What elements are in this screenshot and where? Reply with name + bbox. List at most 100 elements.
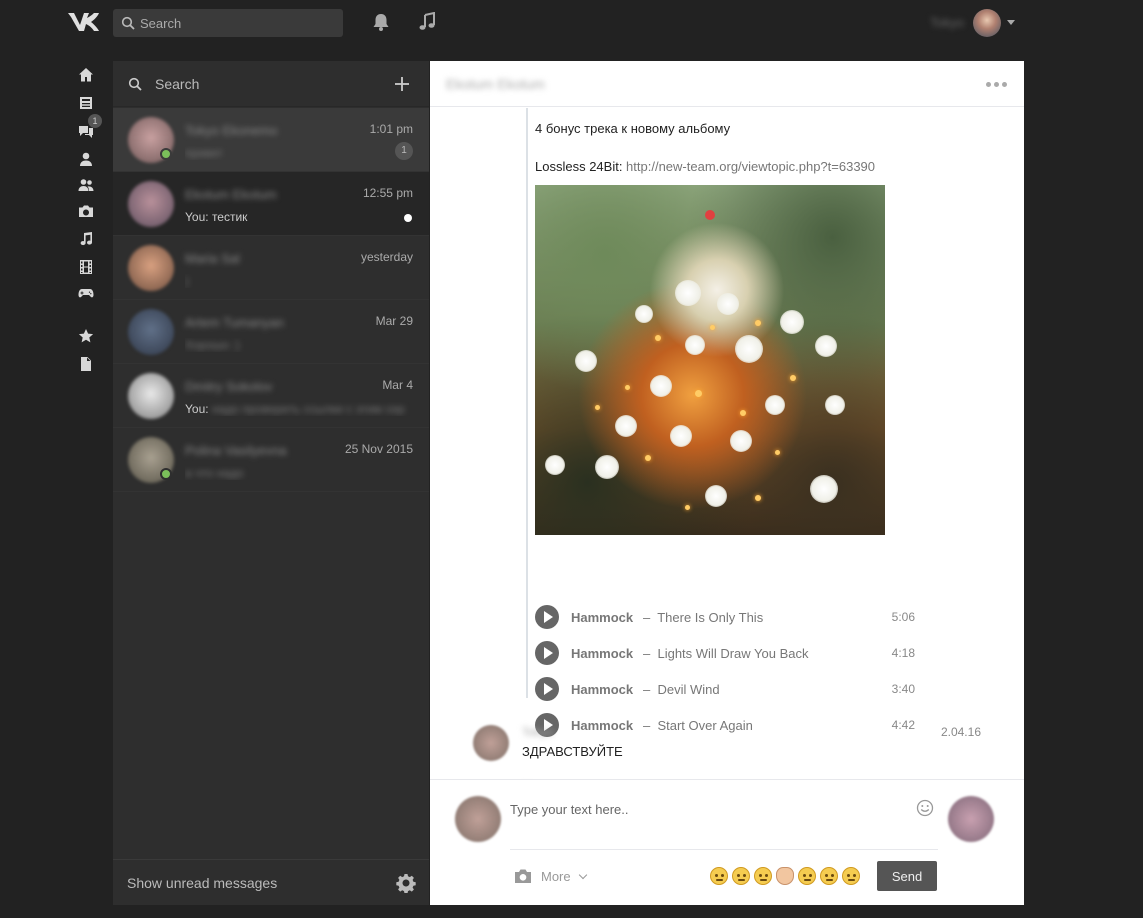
track-artist[interactable]: Hammock [571,646,633,661]
play-icon[interactable] [535,641,559,665]
message-text: 4 бонус трека к новому альбому [535,121,731,136]
message-input[interactable] [510,798,910,820]
smile-icon[interactable] [916,799,934,817]
audio-track[interactable]: Hammock – There Is Only This 5:06 [535,598,915,634]
nav-documents[interactable] [72,353,100,375]
search-icon [128,77,142,91]
audio-track[interactable]: Hammock – Lights Will Draw You Back 4:18 [535,634,915,670]
emoji-weary-icon[interactable] [820,867,838,885]
nav-photos[interactable] [72,200,100,222]
vk-logo-icon[interactable] [66,11,100,33]
track-duration: 4:18 [891,646,915,660]
dialog-item[interactable]: Artem Tumanyan Mar 29 Хорошо :) [113,300,429,364]
message-date: 2.04.16 [940,725,981,739]
chat-title[interactable]: Ekotum Ekotum [446,76,545,92]
audio-track[interactable]: Hammock – Devil Wind 3:40 [535,670,915,706]
user-avatar[interactable] [973,9,1001,37]
dialog-preview: привет [185,146,223,160]
music-note-icon[interactable] [418,12,436,32]
dialog-item[interactable]: Maria Sal yesterday ) [113,236,429,300]
unread-dot [404,214,412,222]
user-name[interactable]: Tokyo [930,15,964,30]
emoji-rolling-eyes-icon[interactable] [710,867,728,885]
emoji-smirk-icon[interactable] [732,867,750,885]
dialogs-search-box[interactable] [113,61,429,107]
nav-profile[interactable] [72,148,100,170]
dialogs-search-input[interactable] [155,74,375,94]
avatar[interactable] [948,796,994,842]
chevron-down-icon[interactable] [1007,20,1015,25]
emoji-flushed-icon[interactable] [798,867,816,885]
camera-icon[interactable] [514,868,532,884]
dialog-name: Polina Vasilyevna [185,443,287,458]
nav-bookmarks[interactable] [72,325,100,347]
avatar [128,181,174,227]
dialog-item[interactable]: Polina Vasilyevna 25 Nov 2015 а что надо [113,428,429,492]
track-artist[interactable]: Hammock [571,610,633,625]
plus-icon[interactable] [393,75,411,93]
play-icon[interactable] [535,605,559,629]
chevron-down-icon[interactable] [578,870,588,880]
bell-icon[interactable] [372,12,390,32]
nav-home[interactable] [72,64,100,86]
send-button[interactable]: Send [877,861,937,891]
play-icon[interactable] [535,677,559,701]
search-icon [121,16,135,30]
dialog-item[interactable]: Dmitry Sokolov Mar 4 You: надо проверить… [113,364,429,428]
video-icon [80,260,92,274]
gear-icon[interactable] [396,873,416,893]
nav-news[interactable] [72,92,100,114]
avatar[interactable] [455,796,501,842]
message-text: ... [522,772,533,779]
track-title: – There Is Only This [643,610,764,625]
dialog-preview: Хорошо :) [185,338,240,352]
message-link[interactable]: http://new-team.org/viewtopic.php?t=6339… [626,159,875,174]
track-duration: 4:42 [891,718,915,732]
attached-photo[interactable] [535,185,885,535]
dialog-name: Artem Tumanyan [185,315,284,330]
dialog-preview: You: тестик [185,210,248,224]
more-attach-button[interactable]: More [541,869,571,884]
dialog-item[interactable]: Tokyo Ekonemo 1:01 pm привет 1 [113,108,429,172]
emoji-ok-hand-icon[interactable] [776,867,794,885]
friends-icon [78,179,94,191]
top-search-input[interactable] [140,13,335,33]
emoji-pensive-icon[interactable] [842,867,860,885]
message-author[interactable]: Tokyo [522,725,553,739]
emoji-relieved-icon[interactable] [754,867,772,885]
dialogs-panel: Tokyo Ekonemo 1:01 pm привет 1 Ekotum Ek… [113,61,429,905]
message-text: ЗДРАВСТВУЙТЕ [522,744,623,759]
top-bar: Tokyo [0,0,1143,46]
camera-icon [79,205,93,217]
star-icon [78,329,94,343]
dialog-item[interactable]: Ekotum Ekotum 12:55 pm You: тестик [113,172,429,236]
dialog-name: Maria Sal [185,251,240,266]
nav-games[interactable] [72,282,100,304]
dialogs-footer: Show unread messages [113,859,429,905]
nav-friends[interactable] [72,174,100,196]
more-options-icon[interactable] [986,82,1007,87]
show-unread-link[interactable]: Show unread messages [127,875,277,891]
document-icon [81,357,91,371]
message-history[interactable]: 4 бонус трека к новому альбому Lossless … [430,108,1024,779]
nav-messages[interactable]: 1 [72,114,102,142]
games-icon [78,289,94,298]
top-search-box[interactable] [113,9,343,37]
dialog-preview: ) [185,274,189,288]
nav-video[interactable] [72,256,100,278]
news-icon [80,97,92,109]
unread-count-badge: 1 [395,142,413,160]
messages-badge: 1 [88,114,102,128]
online-indicator [160,468,172,480]
track-artist[interactable]: Hammock [571,718,633,733]
dialog-time: Mar 4 [382,378,413,392]
dialog-time: 1:01 pm [369,122,413,136]
dialog-name: Tokyo Ekonemo [185,123,278,138]
track-title: – Lights Will Draw You Back [643,646,809,661]
track-artist[interactable]: Hammock [571,682,633,697]
dialog-name: Ekotum Ekotum [185,187,277,202]
avatar[interactable] [473,725,509,761]
chat-panel: Ekotum Ekotum 4 бонус трека к новому аль… [430,61,1024,905]
nav-music[interactable] [72,228,100,250]
audio-track[interactable]: Hammock – Start Over Again 4:42 [535,706,915,742]
